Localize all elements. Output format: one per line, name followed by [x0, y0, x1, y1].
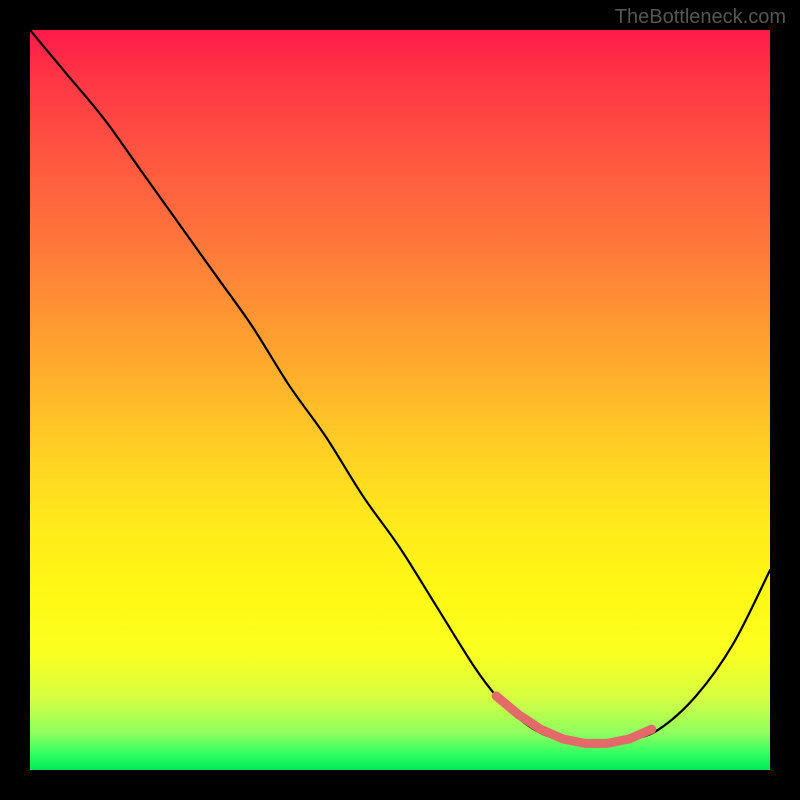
chart-svg — [30, 30, 770, 770]
marker-dot — [603, 739, 612, 748]
marker-dot — [581, 739, 590, 748]
plot-area — [30, 30, 770, 770]
bottleneck-curve — [30, 30, 770, 745]
marker-dot — [625, 734, 634, 743]
watermark-text: TheBottleneck.com — [615, 6, 786, 29]
marker-dot — [647, 725, 656, 734]
curve-markers — [492, 692, 656, 748]
marker-dot — [492, 692, 501, 701]
marker-dot — [514, 710, 523, 719]
marker-dot — [536, 725, 545, 734]
marker-dot — [558, 734, 567, 743]
